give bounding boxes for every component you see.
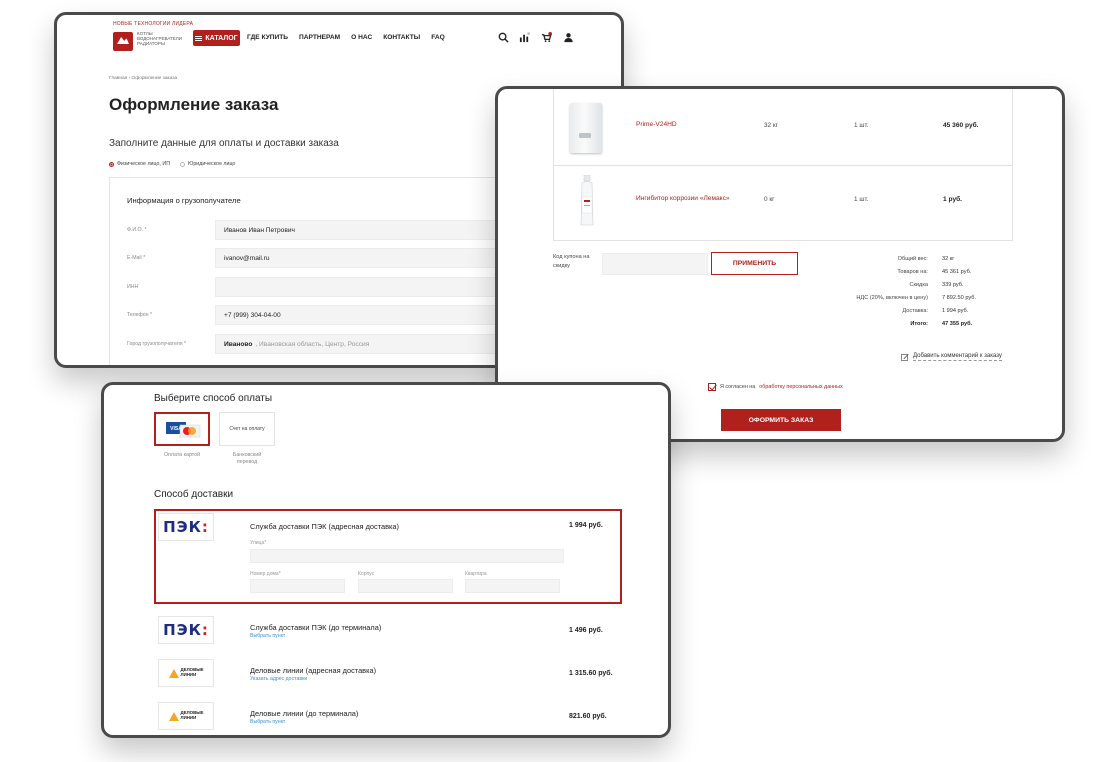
pay-card-option[interactable]: VISA [154, 412, 210, 446]
summary-label: Товаров на: [897, 269, 928, 275]
card-logos-icon: VISA [166, 422, 201, 438]
recipient-title: Информация о грузополучателе [127, 196, 241, 205]
payment-delivery-window: Выберите способ оплаты VISA Оплата карто… [101, 382, 671, 738]
catalog-button[interactable]: КАТАЛОГ [193, 30, 240, 46]
house-label: Номер дома* [250, 571, 281, 577]
summary-value: 32 кг [942, 256, 955, 262]
inn-label: ИНН [127, 284, 139, 290]
nav-where-to-buy[interactable]: ГДЕ КУПИТЬ [247, 34, 288, 41]
pek-logo: ПЭК: [158, 616, 214, 644]
delovye-linii-logo: ДЕЛОВЫЕ ЛИНИИ [158, 659, 214, 687]
choose-point-link[interactable]: Выбрать пункт [250, 633, 285, 639]
apply-coupon-button[interactable]: ПРИМЕНИТЬ [711, 252, 798, 275]
coupon-label: Код купона на скидку [553, 254, 590, 269]
fio-label: Ф.И.О. * [127, 227, 147, 233]
product-name[interactable]: Prime-V24HD [636, 121, 677, 128]
radio-unchecked-icon [180, 161, 185, 167]
street-input[interactable] [250, 549, 564, 563]
city-input[interactable]: Иваново, Ивановская область, Центр, Росс… [215, 334, 515, 354]
email-label: E-Mail * [127, 255, 146, 261]
summary-value: 339 руб. [942, 282, 964, 288]
privacy-policy-link[interactable]: обработку персональных данных [759, 384, 842, 390]
cart-icon[interactable] [541, 32, 552, 43]
coupon-input[interactable] [602, 253, 708, 275]
delivery-title: Способ доставки [154, 489, 234, 500]
page-title: Оформление заказа [109, 95, 279, 114]
checkout-subtitle: Заполните данные для оплаты и доставки з… [109, 138, 339, 149]
street-label: Улица* [250, 540, 267, 546]
edit-icon [901, 354, 909, 361]
delivery-price: 1 994 руб. [569, 522, 603, 529]
delivery-name[interactable]: Служба доставки ПЭК (до терминала) [250, 623, 381, 632]
inhibitor-bottle-image[interactable] [578, 175, 596, 227]
product-price: 1 руб. [943, 196, 963, 203]
consent-checkbox[interactable] [708, 383, 716, 391]
menu-icon [195, 35, 203, 41]
nav-about[interactable]: О НАС [351, 34, 372, 41]
delivery-name[interactable]: Деловые линии (до терминала) [250, 709, 358, 718]
nav-faq[interactable]: FAQ [431, 34, 445, 41]
breadcrumb[interactable]: Главная › Оформление заказа [109, 76, 177, 81]
summary-value: 7 892.50 руб. [942, 295, 976, 301]
place-order-button[interactable]: ОФОРМИТЬ ЗАКАЗ [721, 409, 841, 431]
set-address-link[interactable]: Указать адрес доставки [250, 676, 307, 682]
add-comment-link[interactable]: Добавить комментарий к заказу [901, 353, 1002, 361]
summary-value: 45 361 руб. [942, 269, 972, 275]
radio-legal-entity[interactable]: Юридическое лицо [180, 161, 235, 167]
pay-card-label: Оплата картой [163, 452, 201, 458]
phone-input[interactable]: +7 (999) 304-04-00 [215, 305, 515, 325]
user-icon[interactable] [563, 32, 574, 43]
building-input[interactable] [358, 579, 453, 593]
nav-partners[interactable]: ПАРТНЕРАМ [299, 34, 340, 41]
summary-label: НДС (20%, включен в цену) [856, 295, 928, 301]
compare-icon[interactable] [519, 32, 530, 43]
radio-checked-icon [109, 161, 114, 167]
product-qty[interactable]: 1 шт. [854, 122, 868, 129]
summary-value: 1 994 руб. [942, 308, 969, 314]
total-value: 47 355 руб. [942, 321, 973, 327]
product-name[interactable]: Ингибитор коррозии «Лемакс» [636, 195, 730, 202]
apartment-label: Квартира [465, 571, 487, 577]
inn-input[interactable] [215, 277, 515, 297]
phone-label: Телефон * [127, 312, 152, 318]
delivery-price: 1 315.60 руб. [569, 670, 613, 677]
fio-input[interactable]: Иванов Иван Петрович [215, 220, 515, 240]
delivery-price: 1 496 руб. [569, 627, 603, 634]
summary-label: Доставка: [902, 308, 928, 314]
row-divider [553, 165, 1013, 166]
radio-individual[interactable]: Физическое лицо, ИП [109, 161, 170, 167]
house-input[interactable] [250, 579, 345, 593]
product-weight: 32 кг [764, 122, 779, 129]
lemax-logo[interactable] [113, 32, 133, 51]
payment-title: Выберите способ оплаты [154, 393, 273, 404]
brand-tagline: НОВЫЕ ТЕХНОЛОГИИ ЛИДЕРА [113, 21, 194, 27]
logo-subtitle: КОТЛЫ ВОДОНАГРЕВАТЕЛИ РАДИАТОРЫ [137, 31, 182, 47]
email-input[interactable]: ivanov@mail.ru [215, 248, 515, 268]
search-icon[interactable] [498, 32, 509, 43]
main-nav: ГДЕ КУПИТЬ ПАРТНЕРАМ О НАС КОНТАКТЫ FAQ [247, 34, 445, 41]
nav-contacts[interactable]: КОНТАКТЫ [383, 34, 420, 41]
product-qty[interactable]: 1 шт. [854, 196, 868, 203]
summary-label: Скидка [909, 282, 928, 288]
pek-logo: ПЭК: [158, 513, 214, 541]
city-label: Город грузополучателя * [127, 341, 186, 347]
apartment-input[interactable] [465, 579, 560, 593]
consent-row: Я согласен на обработку персональных данн… [708, 383, 843, 391]
building-label: Корпус [358, 571, 375, 577]
delovye-linii-logo: ДЕЛОВЫЕ ЛИНИИ [158, 702, 214, 730]
product-price: 45 360 руб. [943, 122, 979, 129]
pay-bank-label: Банковский перевод [232, 452, 262, 465]
delivery-price: 821.60 руб. [569, 713, 607, 720]
delivery-name[interactable]: Деловые линии (адресная доставка) [250, 666, 376, 675]
catalog-label: КАТАЛОГ [205, 34, 238, 42]
total-label: Итого: [910, 321, 928, 327]
delivery-name: Служба доставки ПЭК (адресная доставка) [250, 522, 400, 531]
boiler-product-image[interactable] [570, 103, 602, 153]
pay-invoice-option[interactable]: Счет на оплату [219, 412, 275, 446]
choose-point-link[interactable]: Выбрать пункт [250, 719, 285, 725]
product-weight: 0 кг [764, 196, 775, 203]
person-type-selector: Физическое лицо, ИП Юридическое лицо [109, 161, 235, 167]
summary-label: Общий вес: [897, 256, 928, 262]
